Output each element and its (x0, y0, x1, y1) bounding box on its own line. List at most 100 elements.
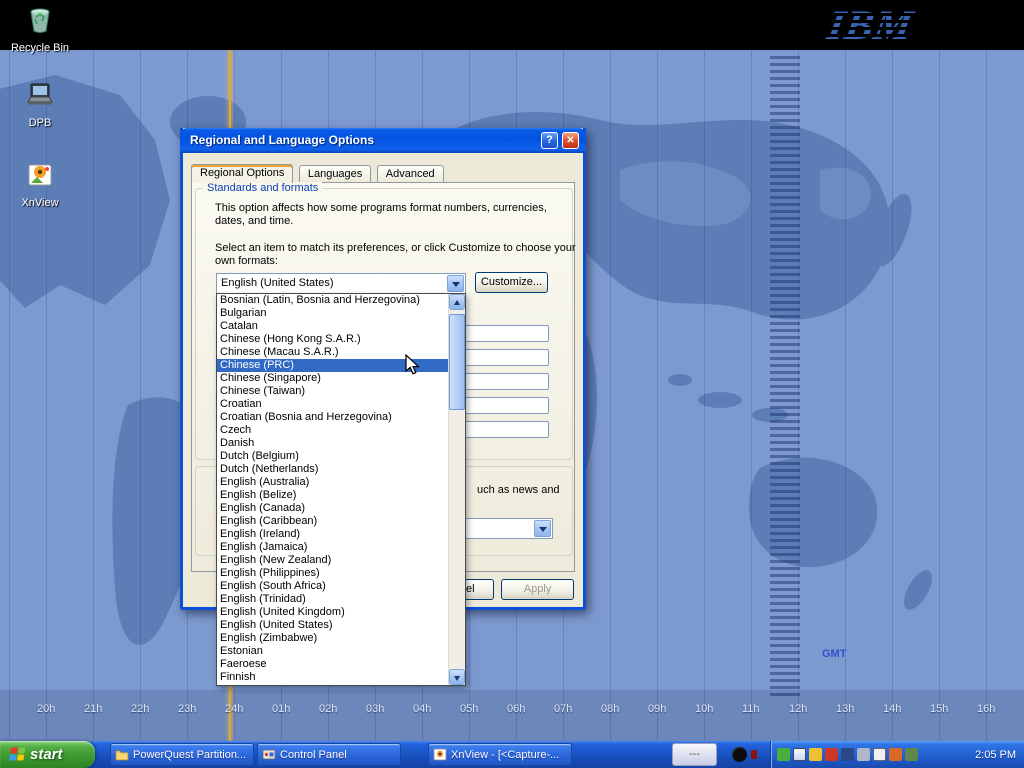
timezone-label: 10h (695, 703, 713, 715)
desktop-icon-recycle-bin[interactable]: Recycle Bin (8, 5, 72, 54)
start-button[interactable]: start (0, 741, 95, 768)
language-list-item[interactable]: English (Philippines) (217, 567, 448, 580)
scrollbar-thumb[interactable] (449, 314, 465, 410)
language-list-item[interactable]: Bulgarian (217, 307, 448, 320)
windows-flag-icon (8, 746, 26, 763)
scrollbar-track[interactable] (449, 310, 465, 669)
timezone-label: 05h (460, 703, 478, 715)
language-list-item[interactable]: Chinese (Hong Kong S.A.R.) (217, 333, 448, 346)
language-list-item[interactable]: English (Zimbabwe) (217, 632, 448, 645)
timezone-label: 02h (319, 703, 337, 715)
language-list-item[interactable]: English (Caribbean) (217, 515, 448, 528)
folder-icon (115, 748, 129, 761)
desktop-icon-label: Recycle Bin (8, 42, 72, 54)
language-list-item[interactable]: Chinese (Taiwan) (217, 385, 448, 398)
system-tray: 2:05 PM (770, 741, 1024, 768)
gmt-label: GMT (822, 648, 846, 660)
dialog-titlebar[interactable]: Regional and Language Options ? ✕ (180, 128, 586, 153)
language-list-item[interactable]: Dutch (Netherlands) (217, 463, 448, 476)
language-list: Bosnian (Latin, Bosnia and Herzegovina)B… (217, 294, 448, 685)
timezone-label: 14h (883, 703, 901, 715)
timezone-label: 07h (554, 703, 572, 715)
timezone-label: 08h (601, 703, 619, 715)
tray-icon[interactable] (825, 748, 838, 761)
mouse-cursor (405, 354, 420, 376)
language-list-item[interactable]: Catalan (217, 320, 448, 333)
taskbar: start PowerQuest Partition... Control Pa… (0, 741, 1024, 768)
taskbar-task-xnview[interactable]: XnView - [<Capture-... (428, 743, 572, 766)
taskbar-task-powerquest[interactable]: PowerQuest Partition... (110, 743, 254, 766)
tray-icon[interactable] (841, 748, 854, 761)
timezone-scale: 20h21h22h23h24h01h02h03h04h05h06h07h08h0… (0, 703, 1024, 719)
language-list-item[interactable]: English (Jamaica) (217, 541, 448, 554)
language-list-item[interactable]: English (Australia) (217, 476, 448, 489)
language-list-item[interactable]: English (South Africa) (217, 580, 448, 593)
timezone-label: 06h (507, 703, 525, 715)
language-list-item[interactable]: English (Ireland) (217, 528, 448, 541)
start-label: start (30, 746, 63, 763)
language-list-item[interactable]: English (United States) (217, 619, 448, 632)
desktop-icon-dpb[interactable]: DPB (8, 80, 72, 129)
timezone-label: 12h (789, 703, 807, 715)
language-list-item[interactable]: English (Trinidad) (217, 593, 448, 606)
language-list-item[interactable]: Bosnian (Latin, Bosnia and Herzegovina) (217, 294, 448, 307)
taskbar-overflow-button[interactable]: --- (672, 743, 717, 766)
taskbar-clock: 2:05 PM (975, 749, 1016, 761)
format-combobox[interactable]: English (United States) (216, 273, 466, 294)
desktop-icon-label: XnView (8, 197, 72, 209)
xnview-icon (25, 160, 55, 190)
tray-icon[interactable] (809, 748, 822, 761)
language-list-item[interactable]: English (New Zealand) (217, 554, 448, 567)
tray-icon[interactable] (905, 748, 918, 761)
language-list-item[interactable]: English (Belize) (217, 489, 448, 502)
task-label: XnView - [<Capture-... (451, 749, 559, 761)
desktop-icon-xnview[interactable]: XnView (8, 160, 72, 209)
tab-languages[interactable]: Languages (299, 165, 371, 183)
top-band: IBM (0, 0, 1024, 50)
tab-strip: Regional Options Languages Advanced (191, 164, 445, 183)
tray-icon[interactable] (793, 748, 806, 761)
laptop-icon (25, 80, 55, 110)
language-list-item[interactable]: Estonian (217, 645, 448, 658)
tray-icon[interactable] (857, 748, 870, 761)
language-list-item[interactable]: Czech (217, 424, 448, 437)
taskbar-task-control-panel[interactable]: Control Panel (257, 743, 401, 766)
language-list-item[interactable]: Faeroese (217, 658, 448, 671)
apply-button[interactable]: Apply (501, 579, 574, 600)
list-scrollbar[interactable] (448, 294, 465, 685)
timezone-label: 04h (413, 703, 431, 715)
ibm-logo-stripes (828, 2, 938, 48)
language-list-item[interactable]: Danish (217, 437, 448, 450)
tray-icon[interactable] (777, 748, 790, 761)
control-panel-icon (262, 748, 276, 761)
timezone-label: 01h (272, 703, 290, 715)
tab-regional-options[interactable]: Regional Options (191, 164, 293, 183)
dialog-title: Regional and Language Options (190, 128, 374, 153)
location-text-fragment: uch as news and (477, 484, 560, 497)
scroll-up-button[interactable] (449, 294, 465, 310)
language-list-item[interactable]: English (United Kingdom) (217, 606, 448, 619)
standards-group-label: Standards and formats (203, 182, 322, 194)
language-list-item[interactable]: Croatian (Bosnia and Herzegovina) (217, 411, 448, 424)
language-list-item[interactable]: English (Canada) (217, 502, 448, 515)
chevron-down-icon[interactable] (534, 520, 551, 537)
date-line-hatch (770, 56, 800, 696)
standards-instruction: Select an item to match its preferences,… (215, 242, 577, 268)
help-button[interactable]: ? (541, 132, 558, 149)
language-list-item[interactable]: Croatian (217, 398, 448, 411)
task-label: PowerQuest Partition... (133, 749, 246, 761)
customize-button[interactable]: Customize... (475, 272, 548, 293)
timezone-label: 23h (178, 703, 196, 715)
taskbar-app-area[interactable] (721, 743, 767, 766)
scroll-down-button[interactable] (449, 669, 465, 685)
xnview-icon (433, 748, 447, 761)
tray-icon[interactable] (889, 748, 902, 761)
chevron-down-icon[interactable] (447, 275, 464, 292)
tray-icon[interactable] (873, 748, 886, 761)
unknown-app-icon[interactable] (732, 747, 747, 762)
language-list-item[interactable]: Finnish (217, 671, 448, 684)
language-list-item[interactable]: Dutch (Belgium) (217, 450, 448, 463)
tab-advanced[interactable]: Advanced (377, 165, 444, 183)
timezone-label: 21h (84, 703, 102, 715)
close-button[interactable]: ✕ (562, 132, 579, 149)
